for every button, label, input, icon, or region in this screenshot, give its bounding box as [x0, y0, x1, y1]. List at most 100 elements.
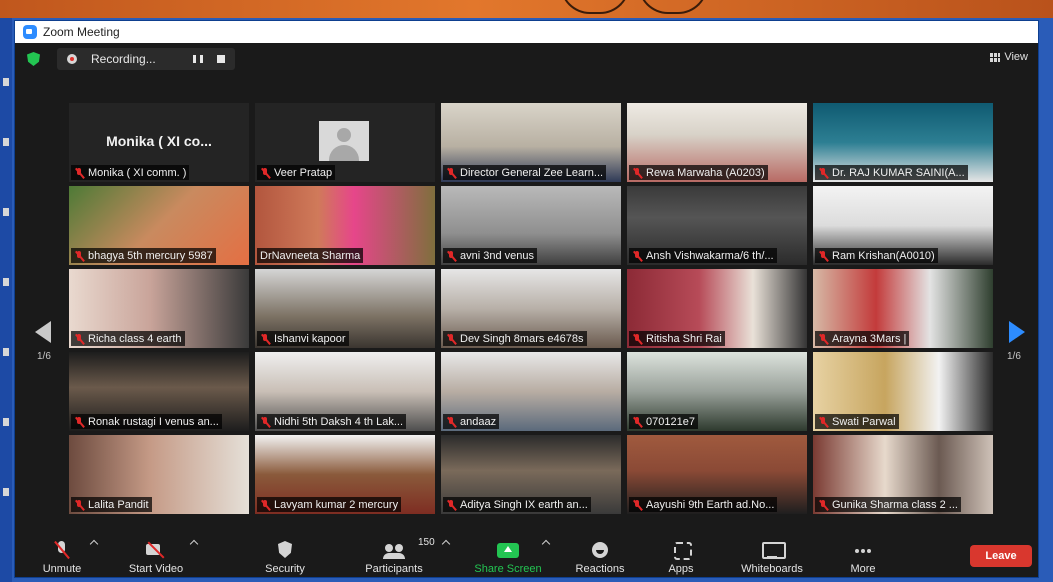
page-indicator-left: 1/6: [37, 351, 51, 362]
mic-off-icon: [632, 416, 643, 428]
participant-tile[interactable]: DrNavneeta Sharma: [255, 186, 435, 265]
mic-off-icon: [632, 167, 643, 179]
participant-name: Gunika Sharma class 2 ...: [832, 499, 958, 511]
participant-tile[interactable]: Dev Singh 8mars e4678s: [441, 269, 621, 348]
participants-count: 150: [418, 537, 435, 548]
participant-tile[interactable]: Ronak rustagi I venus an...: [69, 352, 249, 431]
security-button[interactable]: Security: [259, 535, 311, 575]
start-video-label: Start Video: [128, 563, 184, 575]
start-video-button[interactable]: Start Video: [123, 535, 189, 575]
participant-tile[interactable]: Ishanvi kapoor: [255, 269, 435, 348]
zoom-window: Zoom Meeting Recording... View 1/6 1/6 M…: [14, 20, 1039, 578]
participant-name: Richa class 4 earth: [88, 333, 182, 345]
meeting-top-bar: Recording... View: [15, 43, 1038, 73]
participant-name-label: Ishanvi kapoor: [257, 331, 349, 346]
leave-button[interactable]: Leave: [970, 545, 1032, 567]
participant-tile[interactable]: Nidhi 5th Daksh 4 th Lak...: [255, 352, 435, 431]
mic-off-icon: [74, 499, 85, 511]
security-icon: [274, 541, 296, 559]
default-avatar-icon: [319, 121, 369, 161]
participant-tile[interactable]: Arayna 3Mars |: [813, 269, 993, 348]
title-bar: Zoom Meeting: [15, 21, 1038, 43]
participant-name-label: Veer Pratap: [257, 165, 336, 180]
participant-tile[interactable]: Rewa Marwaha (A0203): [627, 103, 807, 182]
previous-page-arrow-icon[interactable]: [35, 321, 51, 343]
participant-name-label: Ansh Vishwakarma/6 th/...: [629, 248, 777, 263]
stop-icon[interactable]: [217, 55, 225, 63]
participant-tile[interactable]: Swati Parwal: [813, 352, 993, 431]
video-options-chevron-icon[interactable]: [189, 539, 199, 549]
mic-off-icon: [818, 250, 829, 262]
next-page-arrow-icon[interactable]: [1009, 321, 1025, 343]
meeting-toolbar: Unmute Start Video Security Participants…: [15, 531, 1038, 577]
participant-tile[interactable]: Ansh Vishwakarma/6 th/...: [627, 186, 807, 265]
participant-tile[interactable]: Richa class 4 earth: [69, 269, 249, 348]
mic-off-icon: [446, 167, 457, 179]
whiteboards-button[interactable]: Whiteboards: [735, 535, 809, 575]
participant-tile[interactable]: Ram Krishan(A0010): [813, 186, 993, 265]
record-icon: [67, 54, 77, 64]
participant-name-label: Gunika Sharma class 2 ...: [815, 497, 961, 512]
participant-tile[interactable]: Lalita Pandit: [69, 435, 249, 514]
participant-name-label: andaaz: [443, 414, 500, 429]
security-label: Security: [265, 563, 305, 575]
participant-tile[interactable]: Monika ( XI co... Monika ( XI comm. ): [69, 103, 249, 182]
participant-name-label: Dev Singh 8mars e4678s: [443, 331, 587, 346]
participant-name: Dev Singh 8mars e4678s: [460, 333, 584, 345]
reactions-button[interactable]: Reactions: [571, 535, 629, 575]
mic-off-icon: [632, 250, 643, 262]
mic-off-icon: [818, 499, 829, 511]
participant-tile[interactable]: Ritisha Shri Rai: [627, 269, 807, 348]
share-screen-button[interactable]: Share Screen: [471, 535, 545, 575]
whiteboards-label: Whiteboards: [741, 563, 803, 575]
participant-name: bhagya 5th mercury 5987: [88, 250, 213, 262]
participant-name-label: Rewa Marwaha (A0203): [629, 165, 768, 180]
participant-name-label: Ronak rustagi I venus an...: [71, 414, 222, 429]
participant-tile[interactable]: Veer Pratap: [255, 103, 435, 182]
mic-off-icon: [260, 167, 271, 179]
participant-tile[interactable]: Aayushi 9th Earth ad.No...: [627, 435, 807, 514]
apps-label: Apps: [668, 563, 694, 575]
participant-tile[interactable]: andaaz: [441, 352, 621, 431]
share-screen-icon: [497, 541, 519, 559]
participant-name-label: Nidhi 5th Daksh 4 th Lak...: [257, 414, 407, 429]
more-button[interactable]: More: [845, 535, 881, 575]
participant-tile[interactable]: Dr. RAJ KUMAR SAINI(A...: [813, 103, 993, 182]
participant-name-label: Richa class 4 earth: [71, 331, 185, 346]
mic-off-icon: [74, 416, 85, 428]
mic-off-icon: [632, 333, 643, 345]
apps-button[interactable]: Apps: [661, 535, 701, 575]
participant-tile[interactable]: avni 3nd venus: [441, 186, 621, 265]
participant-tile[interactable]: 070121e7: [627, 352, 807, 431]
participant-name: Ronak rustagi I venus an...: [88, 416, 219, 428]
grid-icon: [990, 52, 1001, 62]
page-indicator-right: 1/6: [1007, 351, 1021, 362]
participant-name-label: Aditya Singh IX earth an...: [443, 497, 591, 512]
participant-tile[interactable]: Director General Zee Learn...: [441, 103, 621, 182]
participant-name-label: Dr. RAJ KUMAR SAINI(A...: [815, 165, 968, 180]
backdrop-sidebar: [0, 18, 12, 582]
participant-name-label: Ritisha Shri Rai: [629, 331, 725, 346]
participants-options-chevron-icon[interactable]: [441, 539, 451, 549]
pause-icon[interactable]: [193, 55, 203, 63]
video-gallery: Monika ( XI co... Monika ( XI comm. ) Veer…: [69, 103, 993, 514]
participant-name: Lalita Pandit: [88, 499, 149, 511]
encryption-shield-icon[interactable]: [27, 52, 40, 66]
mic-off-icon: [74, 333, 85, 345]
participant-name: avni 3nd venus: [460, 250, 534, 262]
participant-name: Ansh Vishwakarma/6 th/...: [646, 250, 774, 262]
participants-label: Participants: [365, 563, 423, 575]
participant-display-name: Monika ( XI co...: [106, 133, 212, 149]
participant-tile[interactable]: Gunika Sharma class 2 ...: [813, 435, 993, 514]
participant-name: Rewa Marwaha (A0203): [646, 167, 765, 179]
participant-tile[interactable]: Lavyam kumar 2 mercury: [255, 435, 435, 514]
unmute-button[interactable]: Unmute: [37, 535, 87, 575]
view-button[interactable]: View: [990, 51, 1028, 63]
participant-name-label: 070121e7: [629, 414, 698, 429]
participant-tile[interactable]: Aditya Singh IX earth an...: [441, 435, 621, 514]
whiteboard-icon: [761, 541, 786, 559]
audio-options-chevron-icon[interactable]: [89, 539, 99, 549]
participant-tile[interactable]: bhagya 5th mercury 5987: [69, 186, 249, 265]
unmute-label: Unmute: [42, 563, 82, 575]
mic-off-icon: [818, 333, 829, 345]
